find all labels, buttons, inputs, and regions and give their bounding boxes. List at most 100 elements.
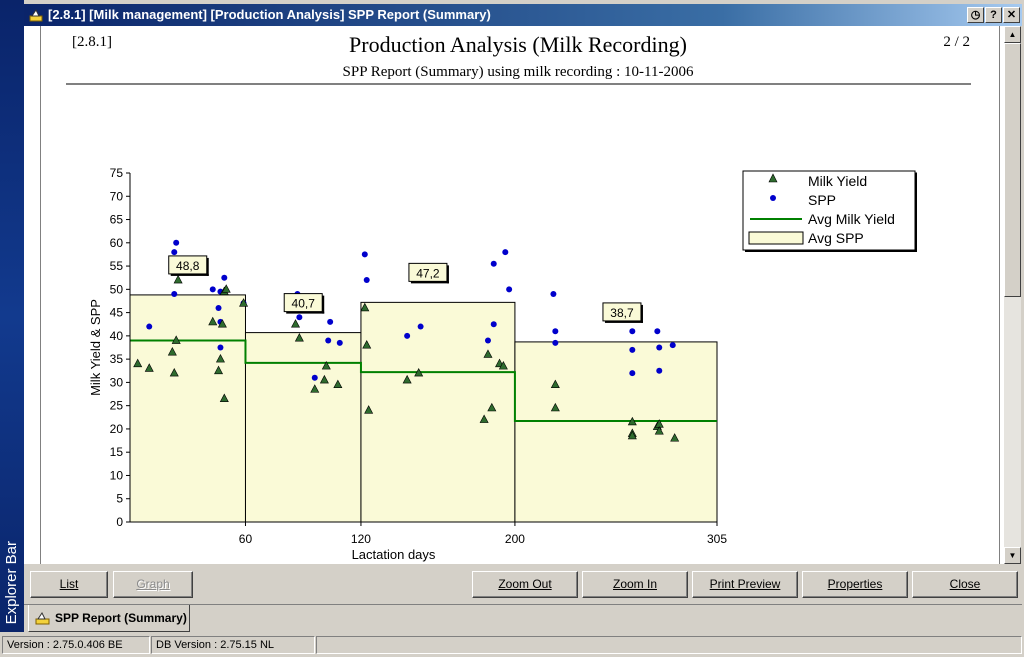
report-title: Production Analysis (Milk Recording) xyxy=(349,32,687,57)
spp-point xyxy=(296,314,303,321)
x-tick-label: 305 xyxy=(707,532,727,546)
status-empty-panel xyxy=(316,636,1022,654)
properties-button[interactable]: Properties xyxy=(802,571,908,598)
spp-point xyxy=(484,337,491,344)
spp-point xyxy=(669,342,676,349)
y-tick-label: 40 xyxy=(110,329,124,343)
milk-yield-point xyxy=(173,274,183,284)
spp-point xyxy=(629,370,636,377)
clock-icon[interactable]: ◷ xyxy=(967,7,984,23)
report-tab-icon xyxy=(35,612,50,625)
spp-point xyxy=(506,286,513,293)
y-tick-label: 5 xyxy=(116,492,123,506)
spp-point xyxy=(656,344,663,351)
avg-spp-data-label: 40,7 xyxy=(292,297,316,311)
vertical-scrollbar[interactable]: ▲ ▼ xyxy=(1004,26,1021,564)
x-axis-label: Lactation days xyxy=(352,547,436,562)
legend-shadow-right xyxy=(915,173,917,252)
avg-spp-label-shadow xyxy=(170,273,209,276)
spp-point xyxy=(656,367,663,374)
explorer-bar[interactable]: Explorer Bar xyxy=(0,0,24,632)
spp-point xyxy=(146,323,153,330)
spp-point xyxy=(215,304,222,311)
page-indicator: 2 / 2 xyxy=(943,34,970,50)
avg-spp-bar-1 xyxy=(244,332,362,523)
y-tick-label: 35 xyxy=(110,352,124,366)
avg-spp-label-shadow xyxy=(286,311,325,314)
legend-avg-spp-swatch xyxy=(748,231,804,245)
avg-spp-data-label: 48,8 xyxy=(176,259,200,273)
spp-point xyxy=(490,321,497,328)
list-button[interactable]: List xyxy=(30,571,108,598)
app-icon xyxy=(29,9,43,22)
spp-point xyxy=(209,286,216,293)
scroll-down-button[interactable]: ▼ xyxy=(1004,547,1021,564)
spp-point xyxy=(654,328,661,335)
spp-point xyxy=(490,260,497,267)
explorer-bar-label: Explorer Bar xyxy=(3,540,20,624)
avg-spp-data-label: 47,2 xyxy=(416,266,440,280)
close-button[interactable]: Close xyxy=(912,571,1018,598)
report-subtitle: SPP Report (Summary) using milk recordin… xyxy=(343,64,694,80)
spp-point xyxy=(325,337,332,344)
y-tick-label: 0 xyxy=(116,515,123,529)
window-title: [2.8.1] [Milk management] [Production An… xyxy=(48,7,491,22)
y-tick-label: 20 xyxy=(110,422,124,436)
spp-point xyxy=(311,374,318,381)
scroll-thumb[interactable] xyxy=(1004,43,1021,297)
spp-point xyxy=(327,318,334,325)
avg-spp-label-shadow xyxy=(604,320,643,323)
tab-spp-report-summary[interactable]: SPP Report (Summary) xyxy=(28,605,190,632)
milk-yield-point xyxy=(291,319,301,328)
y-tick-label: 60 xyxy=(110,236,124,250)
spp-point xyxy=(629,346,636,353)
spp-point xyxy=(336,339,343,346)
y-tick-label: 15 xyxy=(110,445,124,459)
spp-point xyxy=(363,277,370,284)
avg-spp-label-shadow xyxy=(322,295,325,314)
status-version: Version : 2.75.0.406 BE xyxy=(2,636,150,654)
spp-point xyxy=(417,323,424,330)
y-tick-label: 10 xyxy=(110,468,124,482)
y-tick-label: 65 xyxy=(110,213,124,227)
spp-point xyxy=(629,328,636,335)
print-preview-button[interactable]: Print Preview xyxy=(692,571,798,598)
legend-spp-label: SPP xyxy=(808,192,836,208)
close-window-button[interactable]: ✕ xyxy=(1003,7,1020,23)
report-viewport: [2.8.1] Production Analysis (Milk Record… xyxy=(24,26,1004,564)
avg-spp-bar-3 xyxy=(514,341,718,523)
spp-point xyxy=(173,239,180,246)
y-tick-label: 75 xyxy=(110,166,124,180)
legend-milk-yield-label: Milk Yield xyxy=(808,173,867,189)
status-db-version: DB Version : 2.75.15 NL xyxy=(151,636,315,654)
avg-spp-bar-2 xyxy=(360,301,516,523)
legend-spp-marker xyxy=(770,195,776,201)
help-button[interactable]: ? xyxy=(985,7,1002,23)
report-page: [2.8.1] Production Analysis (Milk Record… xyxy=(66,32,971,562)
zoom-out-button[interactable]: Zoom Out xyxy=(472,571,578,598)
x-tick-label: 200 xyxy=(505,532,525,546)
scroll-up-button[interactable]: ▲ xyxy=(1004,26,1021,43)
legend-avg-spp-label: Avg SPP xyxy=(808,230,864,246)
tab-label: SPP Report (Summary) xyxy=(55,611,187,625)
status-bar: Version : 2.75.0.406 BE DB Version : 2.7… xyxy=(0,634,1024,657)
y-tick-label: 55 xyxy=(110,259,124,273)
x-tick-label: 60 xyxy=(239,532,253,546)
spp-point xyxy=(552,339,559,346)
spp-point xyxy=(361,251,368,258)
zoom-in-button[interactable]: Zoom In xyxy=(582,571,688,598)
avg-spp-label-shadow xyxy=(640,304,643,323)
y-tick-label: 25 xyxy=(110,399,124,413)
window-titlebar: [2.8.1] [Milk management] [Production An… xyxy=(24,4,1022,26)
report-code: [2.8.1] xyxy=(72,34,112,50)
spp-point xyxy=(171,249,178,256)
avg-spp-label-shadow xyxy=(410,281,449,284)
y-tick-label: 70 xyxy=(110,189,124,203)
graph-button[interactable]: Graph xyxy=(113,571,193,598)
x-tick-label: 120 xyxy=(351,532,371,546)
avg-spp-label-shadow xyxy=(206,257,209,276)
legend-avg-milk-yield-label: Avg Milk Yield xyxy=(808,211,895,227)
y-tick-label: 50 xyxy=(110,282,124,296)
spp-point xyxy=(221,274,228,281)
spp-point xyxy=(404,332,411,339)
